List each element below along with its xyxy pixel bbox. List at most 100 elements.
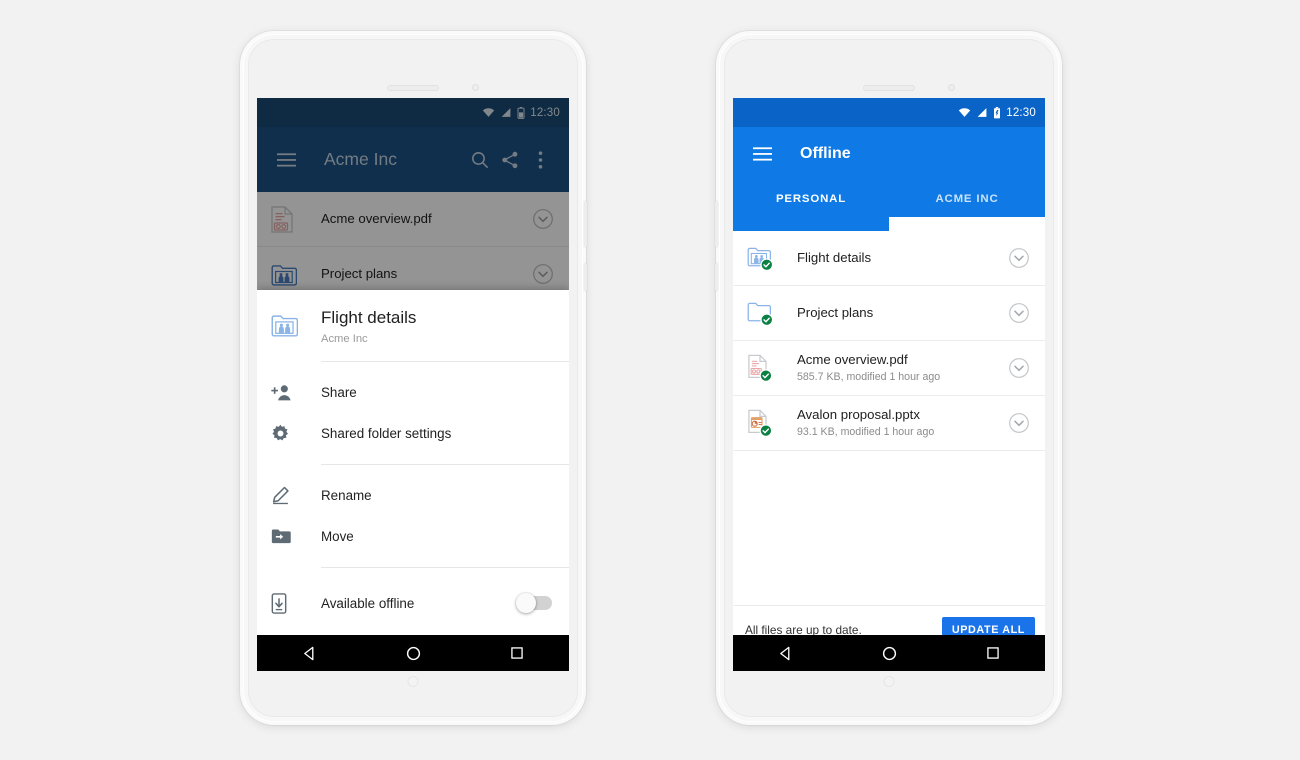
status-bar-left: 12:30 xyxy=(257,98,569,127)
table-row[interactable]: Avalon proposal.pptx 93.1 KB, modified 1… xyxy=(733,396,1045,451)
app-bar-right: Offline PERSONAL ACME INC xyxy=(733,127,1045,231)
earpiece-speaker-icon xyxy=(863,85,915,91)
chevron-down-circle-icon[interactable] xyxy=(1007,246,1031,270)
chevron-down-circle-icon[interactable] xyxy=(1007,356,1031,380)
sync-check-badge xyxy=(759,423,773,437)
share-icon[interactable] xyxy=(495,145,525,175)
menu-item-move[interactable]: Move xyxy=(257,516,569,557)
status-bar-right: 12:30 xyxy=(733,98,1045,127)
phone-device-left: 12:30 Acme Inc Acme overview.pdf Project… xyxy=(240,31,587,725)
home-button-dot xyxy=(883,676,895,687)
signal-icon xyxy=(501,108,511,117)
menu-group-file-ops: Rename Move xyxy=(257,465,569,567)
table-row[interactable]: Flight details xyxy=(733,231,1045,286)
toolbar-left: Acme Inc xyxy=(257,127,569,192)
tab-label: PERSONAL xyxy=(775,193,847,205)
android-nav-bar-left xyxy=(257,635,569,671)
shared-folder-icon xyxy=(271,262,305,286)
file-meta: 93.1 KB, modified 1 hour ago xyxy=(797,425,935,438)
home-circle-icon[interactable] xyxy=(405,645,422,662)
volume-button-right-phone[interactable] xyxy=(715,201,718,247)
folder-icon xyxy=(747,300,781,326)
front-camera-icon xyxy=(947,84,955,91)
android-nav-bar-right xyxy=(733,635,1045,671)
pencil-icon xyxy=(271,486,305,505)
screen-right: 12:30 Offline PERSONAL ACME INC Flight d… xyxy=(733,98,1045,653)
chevron-down-circle-icon[interactable] xyxy=(531,207,555,231)
file-name: Avalon proposal.pptx xyxy=(797,407,920,423)
menu-item-label: Share xyxy=(321,385,357,401)
gear-icon xyxy=(271,424,305,443)
pdf-file-icon xyxy=(271,205,305,233)
chevron-down-circle-icon[interactable] xyxy=(531,262,555,286)
chevron-down-circle-icon[interactable] xyxy=(1007,301,1031,325)
sync-check-badge xyxy=(760,313,774,326)
offline-file-list: Flight details Project plans Acme overvi… xyxy=(733,231,1045,653)
search-icon[interactable] xyxy=(465,145,495,175)
shared-folder-icon xyxy=(271,308,305,342)
shared-folder-icon xyxy=(747,245,781,271)
table-row[interactable]: Acme overview.pdf 585.7 KB, modified 1 h… xyxy=(733,341,1045,396)
tab-bar: PERSONAL ACME INC xyxy=(733,181,1045,231)
chevron-down-circle-icon[interactable] xyxy=(1007,411,1031,435)
front-camera-icon xyxy=(471,84,479,91)
screenshot-scene: 12:30 Acme Inc Acme overview.pdf Project… xyxy=(0,0,1300,760)
back-triangle-icon[interactable] xyxy=(777,645,794,662)
bottom-sheet-title: Flight details xyxy=(321,308,417,327)
recents-square-icon[interactable] xyxy=(985,645,1002,662)
wifi-icon xyxy=(483,108,495,117)
power-button-right-phone[interactable] xyxy=(715,263,718,291)
volume-button-left-phone[interactable] xyxy=(584,201,587,247)
hamburger-menu-icon[interactable] xyxy=(271,145,301,175)
earpiece-speaker-icon xyxy=(387,85,439,91)
file-list-left: Acme overview.pdf Project plans xyxy=(257,192,569,302)
recents-square-icon[interactable] xyxy=(509,645,526,662)
pptx-file-icon xyxy=(747,409,781,438)
battery-icon xyxy=(517,106,525,119)
active-tab-indicator xyxy=(733,217,889,231)
phone-download-icon xyxy=(271,593,305,614)
status-bar-time-left: 12:30 xyxy=(530,106,560,119)
overflow-menu-icon[interactable] xyxy=(525,145,555,175)
table-row[interactable]: Acme overview.pdf xyxy=(257,192,569,247)
file-meta: 585.7 KB, modified 1 hour ago xyxy=(797,370,941,383)
toolbar-title-left: Acme Inc xyxy=(324,149,397,169)
tab-acme-inc[interactable]: ACME INC xyxy=(889,181,1045,217)
signal-icon xyxy=(977,108,987,117)
back-triangle-icon[interactable] xyxy=(301,645,318,662)
menu-item-shared-folder-settings[interactable]: Shared folder settings xyxy=(257,413,569,454)
person-add-icon xyxy=(271,384,305,401)
menu-item-label: Move xyxy=(321,529,354,545)
menu-item-label: Rename xyxy=(321,488,372,504)
toolbar-title-right: Offline xyxy=(800,145,851,162)
menu-item-label: Shared folder settings xyxy=(321,426,452,442)
wifi-icon xyxy=(959,108,971,117)
folder-move-icon xyxy=(271,528,305,545)
table-row[interactable]: Project plans xyxy=(733,286,1045,341)
toolbar-right: Offline xyxy=(733,127,1045,181)
bottom-sheet-menu: Flight details Acme Inc Share Shared fol… xyxy=(257,290,569,653)
menu-item-available-offline[interactable]: Available offline xyxy=(257,580,569,626)
phone-device-right: 12:30 Offline PERSONAL ACME INC Flight d… xyxy=(715,31,1062,725)
menu-item-label: Available offline xyxy=(321,595,415,611)
menu-item-rename[interactable]: Rename xyxy=(257,475,569,516)
file-name: Flight details xyxy=(797,249,872,265)
screen-left: 12:30 Acme Inc Acme overview.pdf Project… xyxy=(257,98,569,653)
toggle-knob xyxy=(516,593,536,614)
menu-group-offline: Available offline xyxy=(257,568,569,636)
tab-personal[interactable]: PERSONAL xyxy=(733,181,889,217)
tab-label: ACME INC xyxy=(935,193,999,205)
menu-item-share[interactable]: Share xyxy=(257,372,569,413)
file-name: Acme overview.pdf xyxy=(797,352,908,368)
folder-name: Project plans xyxy=(797,304,874,320)
sync-check-badge xyxy=(760,258,774,271)
hamburger-menu-icon[interactable] xyxy=(747,139,777,169)
available-offline-toggle[interactable] xyxy=(516,593,552,614)
home-circle-icon[interactable] xyxy=(881,645,898,662)
bottom-sheet-header: Flight details Acme Inc xyxy=(257,290,569,361)
power-button-left-phone[interactable] xyxy=(584,263,587,291)
sync-check-badge xyxy=(759,368,773,382)
home-button-dot xyxy=(407,676,419,687)
folder-name: Project plans xyxy=(321,265,398,281)
menu-group-sharing: Share Shared folder settings xyxy=(257,362,569,464)
